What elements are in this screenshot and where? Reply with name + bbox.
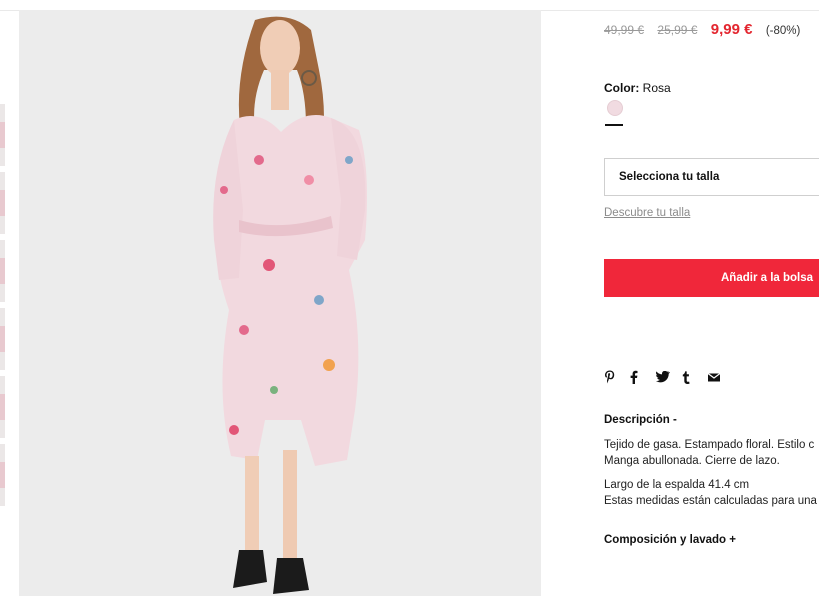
thumbnail[interactable] bbox=[0, 444, 5, 506]
color-swatch-rosa[interactable] bbox=[607, 100, 623, 116]
description-line-1: Tejido de gasa. Estampado floral. Estilo… bbox=[604, 439, 815, 451]
thumbnail[interactable] bbox=[0, 308, 5, 370]
add-to-bag-label: Añadir a la bolsa bbox=[721, 272, 814, 284]
thumbnail[interactable] bbox=[0, 172, 5, 234]
price-row: 49,99 € 25,99 € 9,99 € (-80%) bbox=[604, 21, 800, 38]
thumbnail[interactable] bbox=[0, 240, 5, 302]
product-main-image[interactable] bbox=[19, 10, 541, 596]
size-select[interactable]: Selecciona tu talla bbox=[604, 158, 819, 196]
selected-swatch-indicator bbox=[605, 124, 623, 126]
description-line-4: Estas medidas están calculadas para una bbox=[604, 495, 817, 507]
current-price: 9,99 € bbox=[710, 21, 753, 38]
facebook-icon[interactable] bbox=[630, 368, 656, 386]
thumbnail[interactable] bbox=[0, 376, 5, 438]
description-line-3: Largo de la espalda 41.4 cm bbox=[604, 479, 750, 491]
add-to-bag-button[interactable]: Añadir a la bolsa bbox=[604, 259, 819, 297]
composition-title[interactable]: Composición y lavado + bbox=[604, 534, 736, 546]
color-label-row: Color: Rosa bbox=[604, 81, 671, 95]
share-icons bbox=[604, 368, 734, 386]
thumbnail-strip bbox=[0, 104, 5, 512]
description-line-2: Manga abullonada. Cierre de lazo. bbox=[604, 455, 780, 467]
original-price: 49,99 € bbox=[604, 23, 645, 37]
color-label: Color: bbox=[604, 81, 640, 95]
color-value: Rosa bbox=[642, 81, 671, 95]
twitter-icon[interactable] bbox=[656, 368, 682, 386]
tumblr-icon[interactable] bbox=[682, 368, 708, 386]
size-guide-link[interactable]: Descubre tu talla bbox=[604, 207, 690, 219]
discount-badge: (-80%) bbox=[765, 25, 801, 37]
thumbnail[interactable] bbox=[0, 104, 5, 166]
mail-icon[interactable] bbox=[708, 368, 734, 386]
previous-price: 25,99 € bbox=[657, 23, 698, 37]
pinterest-icon[interactable] bbox=[604, 368, 630, 386]
product-info-panel: 49,99 € 25,99 € 9,99 € (-80%) Color: Ros… bbox=[604, 0, 819, 596]
description-title[interactable]: Descripción - bbox=[604, 414, 677, 426]
